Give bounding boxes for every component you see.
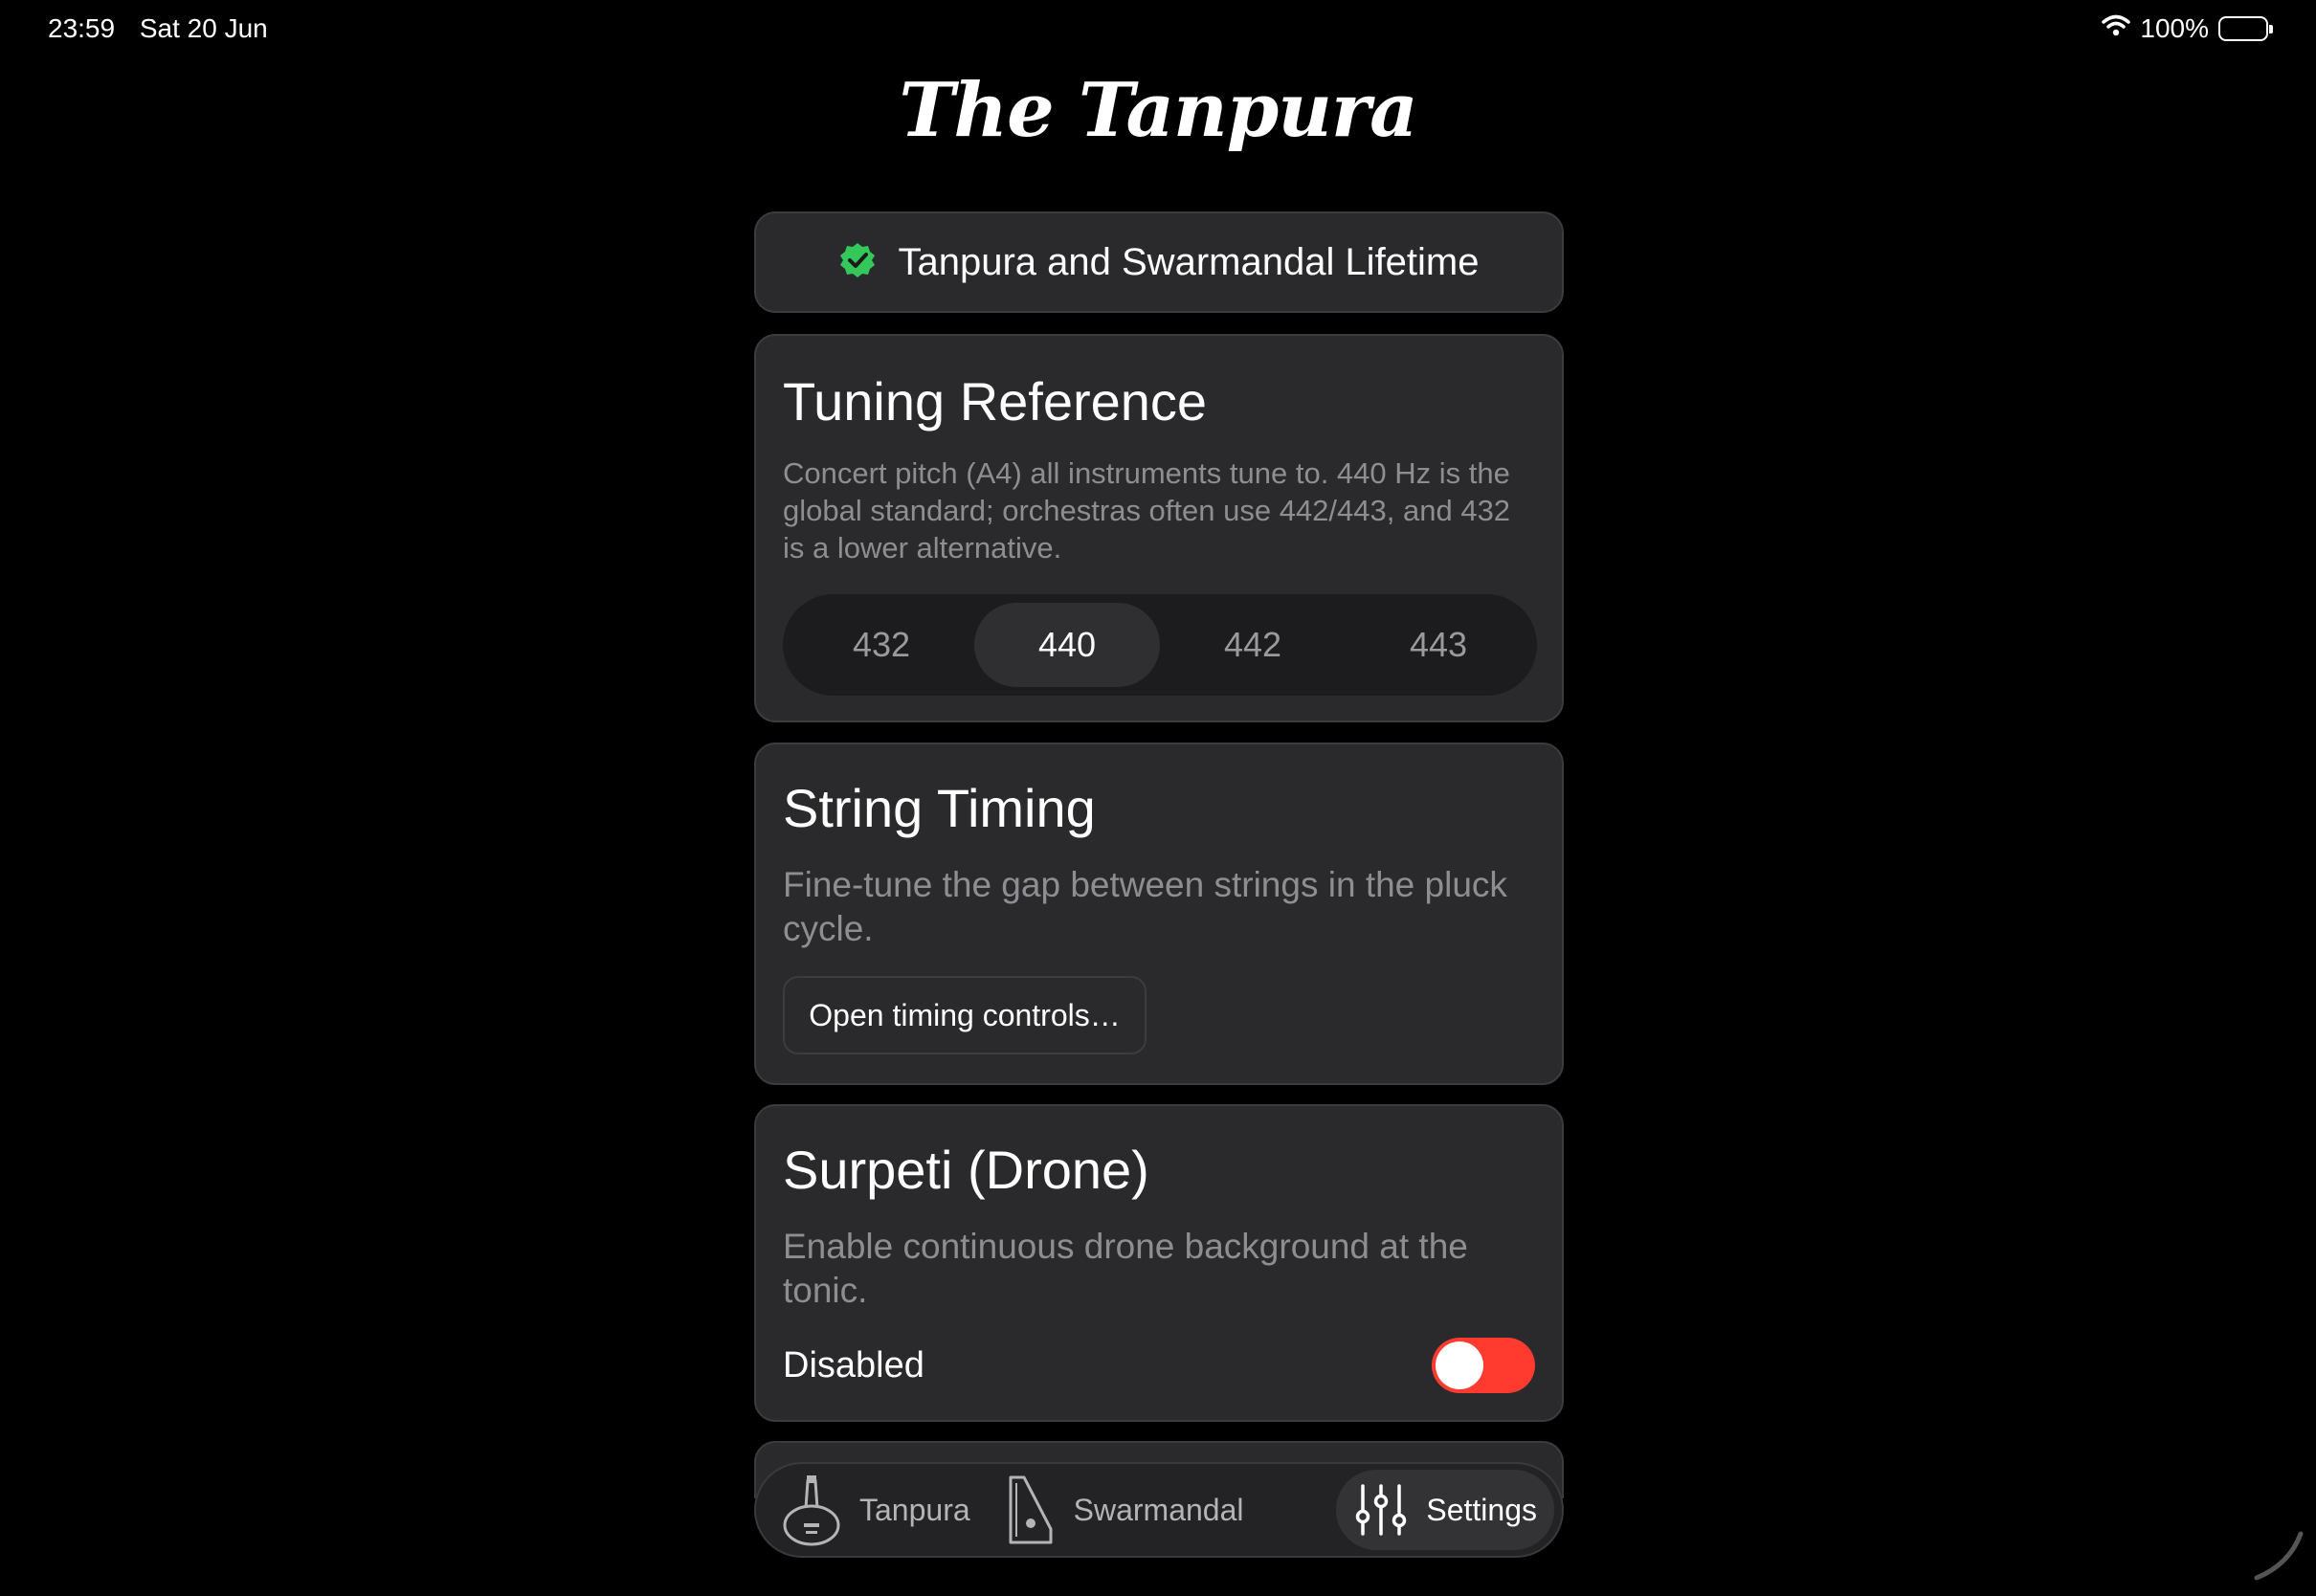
open-timing-controls-button[interactable]: Open timing controls…: [783, 976, 1147, 1054]
tuning-option-432[interactable]: 432: [789, 603, 974, 687]
string-timing-card: String Timing Fine-tune the gap between …: [754, 743, 1564, 1085]
tab-tanpura-label: Tanpura: [859, 1492, 970, 1527]
battery-percent: 100%: [2140, 13, 2209, 43]
swarmandal-icon: [1005, 1474, 1057, 1546]
tab-settings[interactable]: Settings: [1336, 1470, 1554, 1550]
status-left: 23:59 Sat 20 Jun: [48, 13, 285, 44]
tab-tanpura[interactable]: Tanpura: [764, 1470, 988, 1550]
tanpura-icon: [781, 1474, 842, 1546]
status-bar: 23:59 Sat 20 Jun 100%: [48, 13, 2273, 48]
tuning-description: Concert pitch (A4) all instruments tune …: [783, 456, 1511, 565]
sliders-icon: [1353, 1482, 1409, 1538]
drone-toggle[interactable]: [1432, 1338, 1535, 1393]
tuning-segmented-control: 432 440 442 443: [783, 594, 1537, 696]
toggle-knob: [1436, 1341, 1483, 1389]
tuning-option-442[interactable]: 442: [1160, 603, 1346, 687]
tuning-reference-card: Tuning Reference Concert pitch (A4) all …: [754, 334, 1564, 722]
battery-icon: [2218, 16, 2273, 41]
home-indicator-icon: [2251, 1526, 2308, 1588]
verified-badge-icon: [838, 241, 877, 284]
tuning-option-443[interactable]: 443: [1346, 603, 1531, 687]
timing-title: String Timing: [783, 778, 1096, 838]
timing-description: Fine-tune the gap between strings in the…: [783, 865, 1507, 948]
tuning-title: Tuning Reference: [783, 371, 1208, 432]
tuning-option-440[interactable]: 440: [974, 603, 1160, 687]
status-date: Sat 20 Jun: [139, 13, 268, 43]
wifi-icon: [2102, 13, 2131, 44]
drone-card: Surpeti (Drone) Enable continuous drone …: [754, 1104, 1564, 1422]
purchase-label: Tanpura and Swarmandal Lifetime: [898, 240, 1480, 283]
status-right: 100%: [2102, 13, 2273, 44]
screen: 23:59 Sat 20 Jun 100% The Tanpura Tanpur…: [0, 0, 2316, 1596]
tab-swarmandal[interactable]: Swarmandal: [988, 1470, 1261, 1550]
purchase-card: Tanpura and Swarmandal Lifetime: [754, 211, 1564, 313]
status-time: 23:59: [48, 13, 116, 43]
drone-title: Surpeti (Drone): [783, 1140, 1149, 1200]
tab-settings-label: Settings: [1426, 1492, 1537, 1527]
drone-status-label: Disabled: [783, 1345, 924, 1385]
app-logo: The Tanpura: [899, 67, 1417, 154]
tab-bar: Tanpura Swarmandal Settings: [754, 1462, 1564, 1558]
drone-description: Enable continuous drone background at th…: [783, 1227, 1468, 1310]
tab-swarmandal-label: Swarmandal: [1073, 1492, 1244, 1527]
